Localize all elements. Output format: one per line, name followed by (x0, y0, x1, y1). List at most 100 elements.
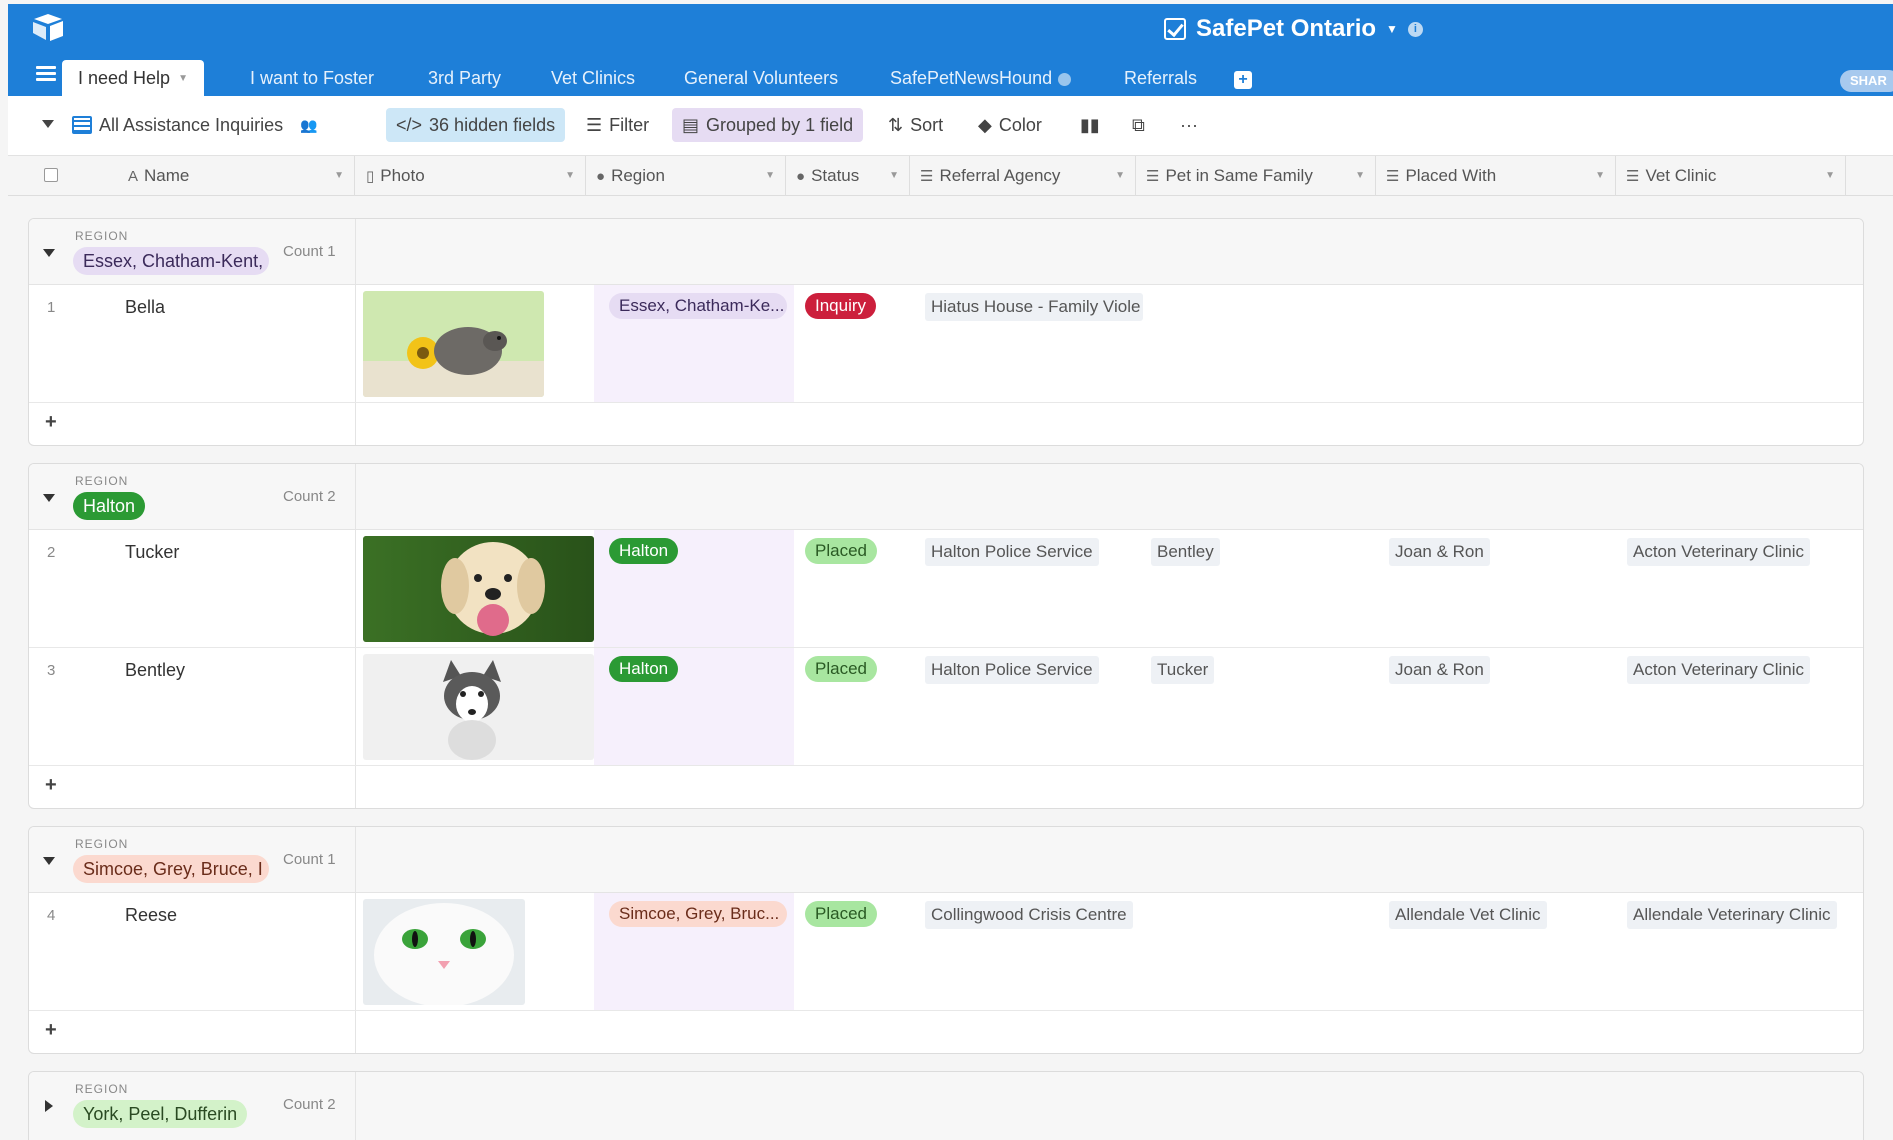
sort-icon: ⇅ (888, 115, 904, 135)
tab-safepetnewshound[interactable]: SafePetNewsHound (890, 60, 1072, 96)
tab-vet-clinics[interactable]: Vet Clinics (551, 60, 635, 96)
group-header-left: REGION Halton Count 2 (29, 464, 356, 530)
base-title[interactable]: SafePet Ontario ▼ i (1164, 12, 1423, 46)
tab-i-want-to-foster[interactable]: I want to Foster (250, 60, 374, 96)
collapse-group-icon[interactable] (43, 249, 55, 257)
column-header-pet-in-same-family[interactable]: ☰ Pet in Same Family ▼ (1136, 156, 1376, 196)
referral-agency-link[interactable]: Hiatus House - Family Viole (925, 293, 1143, 321)
referral-agency-link[interactable]: Halton Police Service (925, 538, 1099, 566)
status-chip: Placed (805, 538, 877, 564)
hide-fields-label: 36 hidden fields (429, 115, 556, 135)
add-record-row[interactable]: + (29, 1011, 1863, 1053)
linked-record-icon: ☰ (1626, 168, 1640, 185)
vet-clinic-link[interactable]: Allendale Veterinary Clinic (1627, 901, 1837, 929)
tab-i-need-help[interactable]: I need Help ▼ (62, 60, 204, 96)
hide-fields-button[interactable]: </> 36 hidden fields (386, 108, 566, 142)
name-cell[interactable]: 3 Bentley (29, 648, 356, 765)
expand-group-icon[interactable] (45, 1100, 53, 1112)
hamburger-menu-icon[interactable] (36, 66, 56, 82)
golden-retriever-photo[interactable] (363, 536, 594, 642)
top-bar: SafePet Ontario ▼ i I need Help ▼ I want … (8, 4, 1893, 96)
column-header-placed-with[interactable]: ☰ Placed With ▼ (1376, 156, 1616, 196)
view-switcher[interactable]: All Assistance Inquiries 👥 (72, 108, 318, 142)
white-cat-photo[interactable] (363, 899, 525, 1005)
chevron-down-icon[interactable]: ▼ (765, 156, 775, 196)
column-header-vet-clinic[interactable]: ☰ Vet Clinic ▼ (1616, 156, 1846, 196)
table-row[interactable]: 1 Bella Essex, Chatham-Ke... Inquiry Hia… (29, 285, 1863, 403)
status-chip: Inquiry (805, 293, 877, 319)
vet-clinic-link[interactable]: Acton Veterinary Clinic (1627, 656, 1811, 684)
tab-general-volunteers[interactable]: General Volunteers (684, 60, 838, 96)
table-row[interactable]: 3 Bentley Halton Placed Halton Police Se… (29, 648, 1863, 766)
husky-photo[interactable] (363, 654, 594, 760)
add-record-row[interactable]: + (29, 766, 1863, 808)
single-select-icon: ● (796, 168, 806, 185)
vet-clinic-link[interactable]: Acton Veterinary Clinic (1627, 538, 1811, 566)
share-view-icon[interactable]: ⧉ (1132, 108, 1145, 142)
tab-referrals[interactable]: Referrals (1124, 60, 1197, 96)
group-header: REGION Essex, Chatham-Kent, Count 1 (29, 219, 1863, 285)
column-header-photo[interactable]: ▯ Photo ▼ (356, 156, 586, 196)
referral-agency-link[interactable]: Collingwood Crisis Centre (925, 901, 1133, 929)
add-record-icon[interactable]: + (45, 774, 57, 797)
name-cell[interactable]: 4 Reese (29, 893, 356, 1010)
filter-button[interactable]: ☰ Filter (586, 108, 649, 142)
column-title: Name (144, 166, 190, 185)
referral-agency-link[interactable]: Halton Police Service (925, 656, 1099, 684)
add-record-icon[interactable]: + (45, 411, 57, 434)
column-title: Region (611, 166, 665, 185)
column-title: Referral Agency (939, 166, 1061, 185)
chevron-down-icon[interactable]: ▼ (178, 73, 188, 84)
table-row[interactable]: 4 Reese Simcoe, Grey, Bruc... Placed Col… (29, 893, 1863, 1011)
table-tabs: I need Help ▼ I want to Foster 3rd Party … (8, 56, 1893, 96)
airtable-logo-icon[interactable] (30, 12, 66, 42)
placed-with-link[interactable]: Allendale Vet Clinic (1389, 901, 1547, 929)
chevron-down-icon[interactable]: ▼ (1386, 22, 1398, 36)
region-chip: Halton (609, 656, 679, 682)
placed-with-link[interactable]: Joan & Ron (1389, 656, 1490, 684)
color-button[interactable]: ◆ Color (978, 108, 1042, 142)
column-header-name[interactable]: A Name ▼ (88, 156, 355, 196)
placed-with-link[interactable]: Joan & Ron (1389, 538, 1490, 566)
column-header-status[interactable]: ● Status ▼ (786, 156, 910, 196)
collapse-group-icon[interactable] (43, 857, 55, 865)
collaborators-icon[interactable]: 👥 (300, 108, 317, 142)
add-record-cell[interactable]: + (29, 1011, 356, 1053)
name-cell[interactable]: 2 Tucker (29, 530, 356, 647)
row-height-icon[interactable]: ▮▮ (1080, 108, 1100, 142)
add-record-row[interactable]: + (29, 403, 1863, 445)
sort-button[interactable]: ⇅ Sort (888, 108, 943, 142)
row-number: 3 (47, 662, 56, 679)
chevron-down-icon[interactable]: ▼ (1595, 156, 1605, 196)
add-table-icon[interactable]: + (1234, 71, 1252, 89)
select-all-checkbox[interactable] (44, 168, 58, 182)
chevron-down-icon[interactable]: ▼ (1115, 156, 1125, 196)
chevron-down-icon[interactable]: ▼ (889, 156, 899, 196)
group-button[interactable]: ▤ Grouped by 1 field (672, 108, 864, 142)
row-name: Tucker (125, 542, 180, 562)
name-cell[interactable]: 1 Bella (29, 285, 356, 402)
pet-in-same-family-link[interactable]: Tucker (1151, 656, 1215, 684)
group-essex: REGION Essex, Chatham-Kent, Count 1 1 Be… (28, 218, 1864, 446)
info-icon[interactable] (1058, 72, 1072, 86)
share-button[interactable]: SHAR (1840, 70, 1893, 92)
chevron-down-icon[interactable]: ▼ (334, 156, 344, 196)
more-options-icon[interactable]: ··· (1180, 108, 1198, 142)
column-header-region[interactable]: ● Region ▼ (586, 156, 786, 196)
guinea-pig-photo[interactable] (363, 291, 544, 397)
info-icon[interactable]: i (1407, 21, 1423, 37)
chevron-down-icon[interactable]: ▼ (1355, 156, 1365, 196)
add-record-cell[interactable]: + (29, 403, 356, 445)
add-record-icon[interactable]: + (45, 1019, 57, 1042)
collapse-group-icon[interactable] (43, 494, 55, 502)
add-record-cell[interactable]: + (29, 766, 356, 808)
column-header-referral-agency[interactable]: ☰ Referral Agency ▼ (910, 156, 1136, 196)
chevron-down-icon[interactable]: ▼ (565, 156, 575, 196)
table-row[interactable]: 2 Tucker Halton Placed Halton Police Ser… (29, 530, 1863, 648)
tab-3rd-party[interactable]: 3rd Party (428, 60, 501, 96)
grid-view-icon (72, 116, 92, 134)
group-header: REGION Simcoe, Grey, Bruce, I Count 1 (29, 827, 1863, 893)
pet-in-same-family-link[interactable]: Bentley (1151, 538, 1220, 566)
sidebar-toggle-icon[interactable] (42, 120, 54, 128)
chevron-down-icon[interactable]: ▼ (1825, 156, 1835, 196)
